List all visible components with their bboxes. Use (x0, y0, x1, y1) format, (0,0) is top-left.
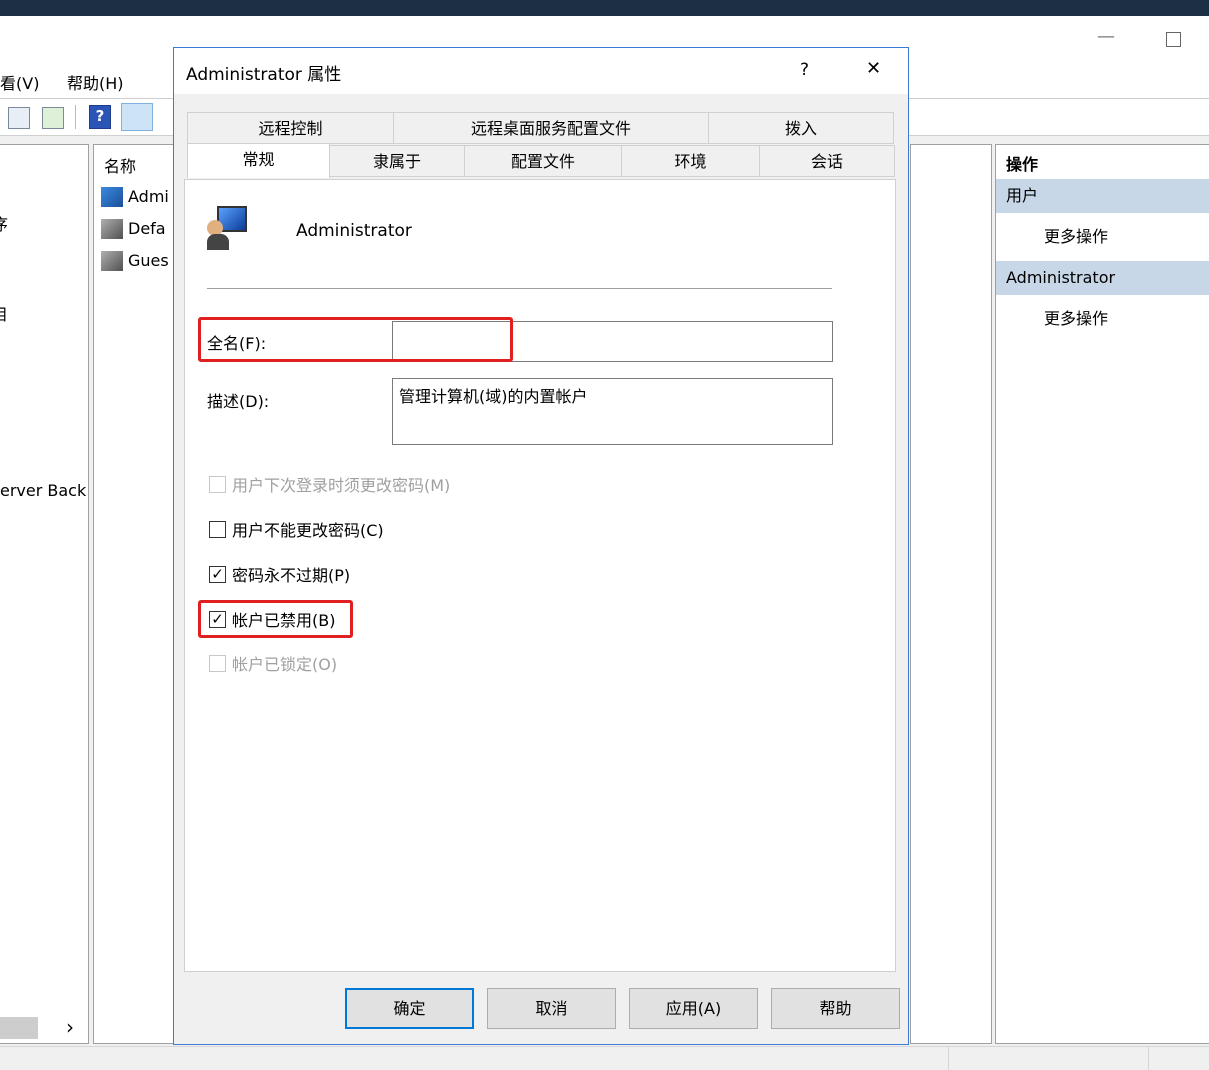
checkmark-icon: ✓ (211, 564, 224, 583)
cannot-change-password-checkbox[interactable] (209, 520, 226, 538)
tab-sessions[interactable]: 会话 (759, 145, 895, 177)
separator-line (207, 288, 832, 289)
scroll-right-arrow[interactable]: › (66, 1015, 74, 1039)
toolbar-separator (75, 105, 76, 129)
checkbox-label: 帐户已锁定(O) (232, 655, 338, 674)
tree-item[interactable]: erver Back (0, 481, 86, 500)
body-shape (207, 234, 229, 250)
dialog-title: Administrator 属性 (186, 65, 342, 85)
user-name: Administrator (296, 221, 412, 241)
actions-pane: 操作 用户 更多操作 Administrator 更多操作 (995, 144, 1209, 1044)
status-divider (1148, 1047, 1149, 1070)
actions-group-administrator[interactable]: Administrator (996, 261, 1209, 295)
tab-member-of[interactable]: 隶属于 (329, 145, 465, 177)
list-item[interactable]: Admi (128, 187, 169, 206)
scrollbar-thumb[interactable] (0, 1017, 38, 1039)
user-avatar-icon (207, 206, 251, 250)
tree-item[interactable]: 序 (0, 211, 8, 235)
help-button[interactable]: 帮助 (771, 988, 900, 1029)
must-change-password-option[interactable]: 用户下次登录时须更改密码(M) (209, 473, 450, 495)
tab-profile[interactable]: 配置文件 (464, 145, 622, 177)
general-tab-page: Administrator 全名(F): 描述(D): 管理计算机(域)的内置帐… (184, 179, 896, 972)
show-action-pane-icon[interactable] (121, 103, 153, 131)
description-label: 描述(D): (207, 392, 270, 411)
password-never-expires-option[interactable]: ✓ 密码永不过期(P) (209, 563, 350, 585)
status-bar (0, 1046, 1209, 1070)
menu-help[interactable]: 帮助(H) (67, 70, 124, 94)
help-question-icon[interactable]: ? (800, 60, 809, 80)
maximize-button[interactable] (1166, 32, 1181, 47)
properties-dialog: Administrator 属性 ? ✕ 远程控制 远程桌面服务配置文件 拨入 … (173, 47, 909, 1045)
cancel-button[interactable]: 取消 (487, 988, 616, 1029)
list-item[interactable]: Gues (128, 251, 169, 270)
desktop-top-strip (0, 0, 1209, 16)
close-icon[interactable]: ✕ (866, 58, 881, 79)
tree-item[interactable]: 目 (0, 301, 8, 325)
more-actions-link[interactable]: 更多操作 (1044, 305, 1108, 329)
dialog-titlebar: Administrator 属性 ? ✕ (174, 48, 908, 94)
menu-view[interactable]: 看(V) (0, 70, 39, 94)
console-tree-pane[interactable]: 序 目 erver Back › (0, 144, 89, 1044)
tab-rds-profile[interactable]: 远程桌面服务配置文件 (393, 112, 709, 144)
properties-icon[interactable] (8, 107, 30, 129)
must-change-password-checkbox[interactable] (209, 475, 226, 493)
apply-button[interactable]: 应用(A) (629, 988, 758, 1029)
user-disabled-icon (101, 251, 123, 271)
highlight-box (198, 600, 353, 638)
actions-header: 操作 (1006, 155, 1039, 174)
tab-general[interactable]: 常规 (187, 143, 330, 178)
tab-environment[interactable]: 环境 (621, 145, 760, 177)
cannot-change-password-option[interactable]: 用户不能更改密码(C) (209, 518, 384, 540)
password-never-expires-checkbox[interactable]: ✓ (209, 564, 226, 583)
minimize-button[interactable]: — (1097, 26, 1115, 47)
checkbox-label: 用户下次登录时须更改密码(M) (232, 476, 451, 495)
account-locked-checkbox[interactable] (209, 654, 226, 672)
checkbox-label: 密码永不过期(P) (232, 566, 351, 585)
help-icon[interactable]: ? (89, 105, 111, 129)
tab-dial-in[interactable]: 拨入 (708, 112, 894, 144)
more-actions-link[interactable]: 更多操作 (1044, 223, 1108, 247)
user-list-pane[interactable]: 名称 Admi Defa Gues (93, 144, 175, 1044)
account-locked-option[interactable]: 帐户已锁定(O) (209, 652, 337, 674)
tab-remote-control[interactable]: 远程控制 (187, 112, 394, 144)
details-pane-edge (910, 144, 992, 1044)
user-icon (101, 187, 123, 207)
user-disabled-icon (101, 219, 123, 239)
export-list-icon[interactable] (42, 107, 64, 129)
checkbox-label: 用户不能更改密码(C) (232, 521, 384, 540)
list-item[interactable]: Defa (128, 219, 166, 238)
actions-group-users[interactable]: 用户 (996, 179, 1209, 213)
status-divider (948, 1047, 949, 1070)
description-input[interactable]: 管理计算机(域)的内置帐户 (392, 378, 833, 445)
column-header-name[interactable]: 名称 (104, 153, 136, 177)
highlight-box (198, 317, 513, 362)
ok-button[interactable]: 确定 (345, 988, 474, 1029)
